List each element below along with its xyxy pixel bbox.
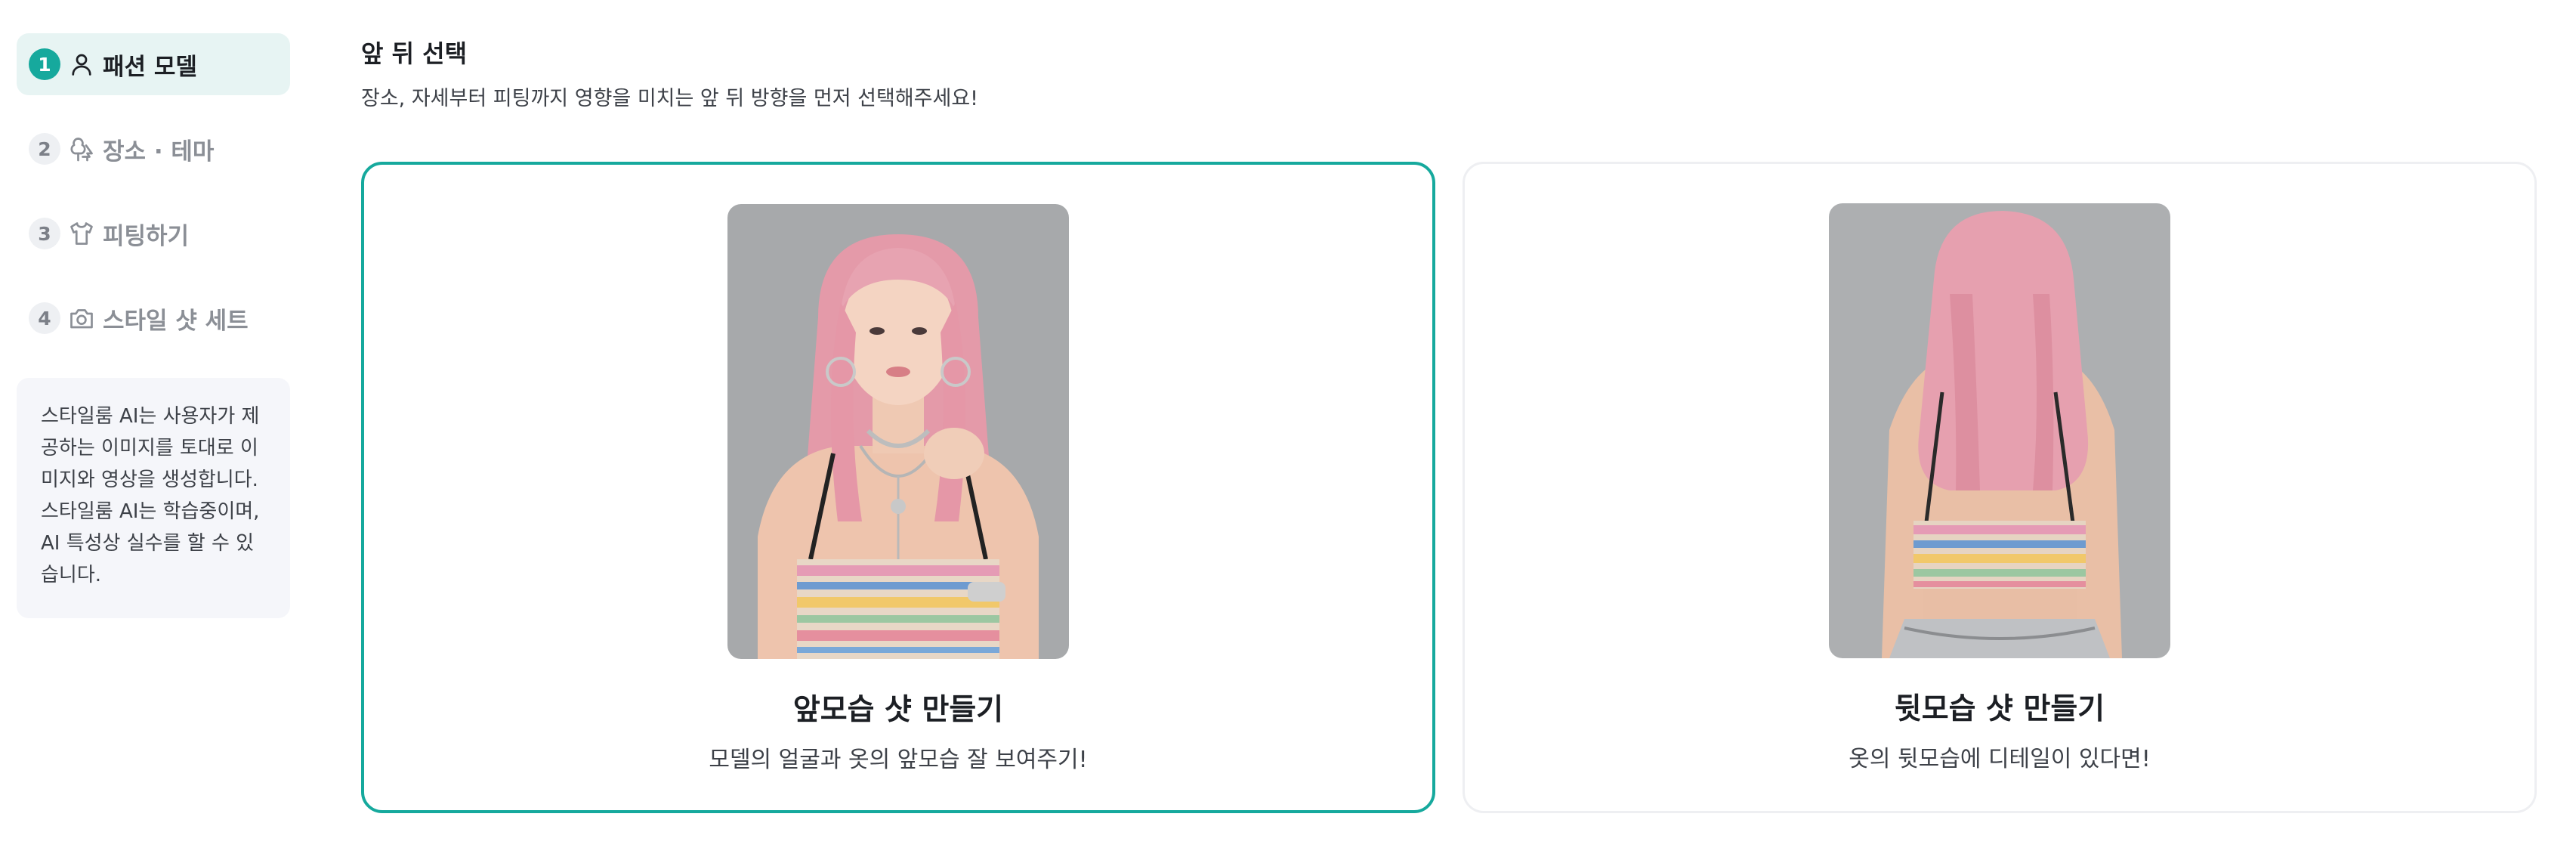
shirt-icon [66,218,97,249]
step-label: 패션 모델 [103,53,197,81]
person-icon [66,49,97,79]
ai-notice: 스타일룸 AI는 사용자가 제공하는 이미지를 토대로 이미지와 영상을 생성합… [17,378,290,618]
step-fitting[interactable]: 3 피팅하기 [17,203,290,265]
step-label: 장소 · 테마 [103,138,215,166]
app-root: 1 패션 모델 2 장소 · 테마 3 피팅하기 4 스타일 샷 세트 스타일룸… [0,0,2576,857]
step-label: 피팅하기 [103,222,190,250]
step-label: 스타일 샷 세트 [103,307,249,335]
back-model-photo [1829,203,2170,658]
option-description: 옷의 뒷모습에 디테일이 있다면! [1849,746,2151,772]
page-subtitle: 장소, 자세부터 피팅까지 영향을 미치는 앞 뒤 방향을 먼저 선택해주세요! [361,87,979,110]
step-number: 4 [29,302,60,334]
step-style-shot-set[interactable]: 4 스타일 샷 세트 [17,287,290,349]
step-sidebar: 1 패션 모델 2 장소 · 테마 3 피팅하기 4 스타일 샷 세트 스타일룸… [17,33,290,618]
step-fashion-model[interactable]: 1 패션 모델 [17,33,290,95]
option-title: 뒷모습 샷 만들기 [1894,692,2105,726]
step-number: 3 [29,218,60,249]
front-model-photo [727,204,1069,659]
option-description: 모델의 얼굴과 옷의 앞모습 잘 보여주기! [709,747,1088,773]
step-place-theme[interactable]: 2 장소 · 테마 [17,118,290,180]
step-number: 1 [29,48,60,80]
camera-icon [66,303,97,333]
trees-icon [66,134,97,164]
front-shot-option[interactable]: 앞모습 샷 만들기 모델의 얼굴과 옷의 앞모습 잘 보여주기! [361,162,1435,813]
step-number: 2 [29,133,60,165]
option-title: 앞모습 샷 만들기 [792,693,1004,727]
back-shot-option[interactable]: 뒷모습 샷 만들기 옷의 뒷모습에 디테일이 있다면! [1463,162,2537,813]
page-title: 앞 뒤 선택 [361,39,468,68]
